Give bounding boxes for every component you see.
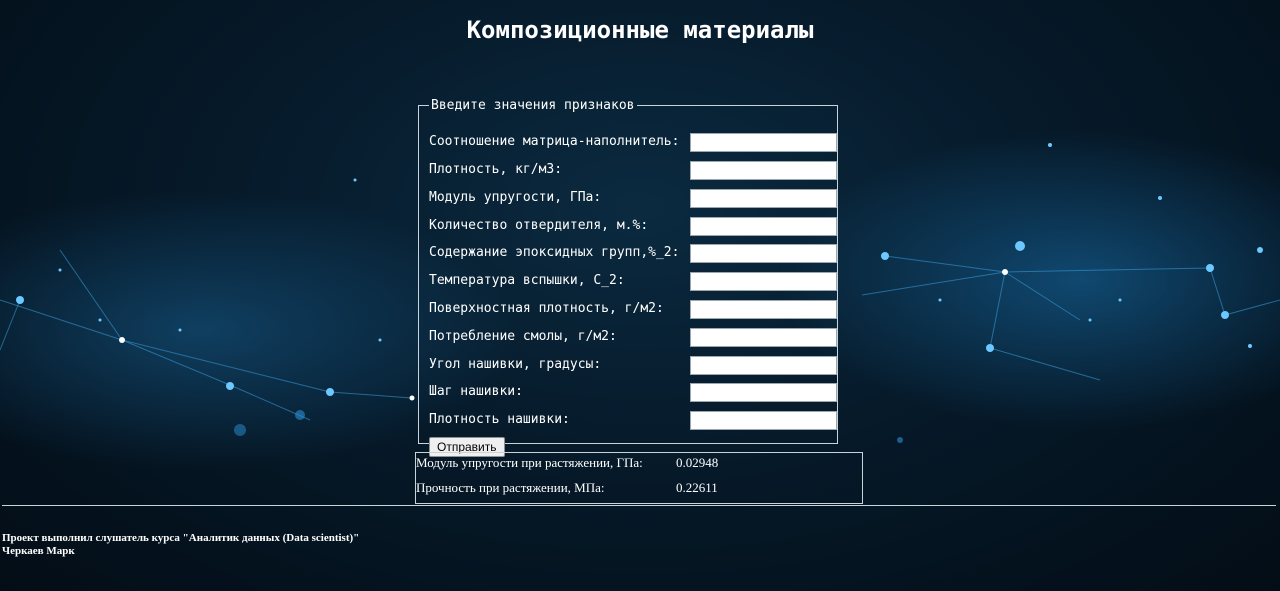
hardener-amount-input[interactable] bbox=[690, 217, 837, 236]
result-row-tensile-strength: Прочность при растяжении, МПа: 0.22611 bbox=[416, 480, 856, 498]
density-input[interactable] bbox=[690, 161, 837, 180]
field-row-flash-point: Температура вспышки, С_2: bbox=[429, 272, 839, 292]
stitch-density-input[interactable] bbox=[690, 411, 837, 430]
elastic-modulus-input[interactable] bbox=[690, 189, 837, 208]
field-row-hardener-amount: Количество отвердителя, м.%: bbox=[429, 217, 839, 237]
flash-point-input[interactable] bbox=[690, 272, 837, 291]
field-label: Плотность нашивки: bbox=[429, 412, 570, 427]
field-row-resin-consumption: Потребление смолы, г/м2: bbox=[429, 328, 839, 348]
result-value: 0.22611 bbox=[676, 480, 718, 495]
field-row-elastic-modulus: Модуль упругости, ГПа: bbox=[429, 189, 839, 209]
field-label: Плотность, кг/м3: bbox=[429, 162, 563, 177]
result-label: Прочность при растяжении, МПа: bbox=[416, 480, 605, 495]
surface-density-input[interactable] bbox=[690, 300, 837, 319]
field-row-stitch-angle: Угол нашивки, градусы: bbox=[429, 356, 839, 376]
field-label: Потребление смолы, г/м2: bbox=[429, 329, 617, 344]
field-label: Поверхностная плотность, г/м2: bbox=[429, 301, 664, 316]
footer-course-line: Проект выполнил слушатель курса "Аналити… bbox=[2, 532, 360, 544]
field-label: Количество отвердителя, м.%: bbox=[429, 218, 649, 233]
result-value: 0.02948 bbox=[676, 455, 719, 470]
matrix-filler-ratio-input[interactable] bbox=[690, 133, 837, 152]
field-row-matrix-filler-ratio: Соотношение матрица-наполнитель: bbox=[429, 133, 839, 153]
field-label: Модуль упругости, ГПа: bbox=[429, 190, 602, 205]
field-row-epoxy-groups: Содержание эпоксидных групп,%_2: bbox=[429, 244, 839, 264]
footer: Проект выполнил слушатель курса "Аналити… bbox=[2, 532, 359, 558]
field-label: Соотношение матрица-наполнитель: bbox=[429, 134, 680, 149]
field-label: Температура вспышки, С_2: bbox=[429, 273, 625, 288]
epoxy-groups-input[interactable] bbox=[690, 244, 837, 263]
feature-input-form: Введите значения признаков Соотношение м… bbox=[418, 98, 839, 457]
result-row-tensile-modulus: Модуль упругости при растяжении, ГПа: 0.… bbox=[416, 455, 856, 473]
field-label: Шаг нашивки: bbox=[429, 384, 523, 399]
footer-author-line: Черкаев Марк bbox=[2, 545, 75, 557]
stitch-pitch-input[interactable] bbox=[690, 383, 837, 402]
field-row-surface-density: Поверхностная плотность, г/м2: bbox=[429, 300, 839, 320]
field-label: Угол нашивки, градусы: bbox=[429, 357, 602, 372]
result-label: Модуль упругости при растяжении, ГПа: bbox=[416, 455, 643, 470]
prediction-results: Модуль упругости при растяжении, ГПа: 0.… bbox=[415, 452, 863, 504]
field-row-density: Плотность, кг/м3: bbox=[429, 161, 839, 181]
field-row-stitch-density: Плотность нашивки: bbox=[429, 411, 839, 431]
form-legend: Введите значения признаков bbox=[431, 98, 635, 113]
footer-divider bbox=[2, 505, 1276, 506]
page-title: Композиционные материалы bbox=[466, 16, 814, 44]
field-row-stitch-pitch: Шаг нашивки: bbox=[429, 383, 839, 403]
field-label: Содержание эпоксидных групп,%_2: bbox=[429, 245, 680, 260]
stitch-angle-input[interactable] bbox=[690, 356, 837, 375]
resin-consumption-input[interactable] bbox=[690, 328, 837, 347]
